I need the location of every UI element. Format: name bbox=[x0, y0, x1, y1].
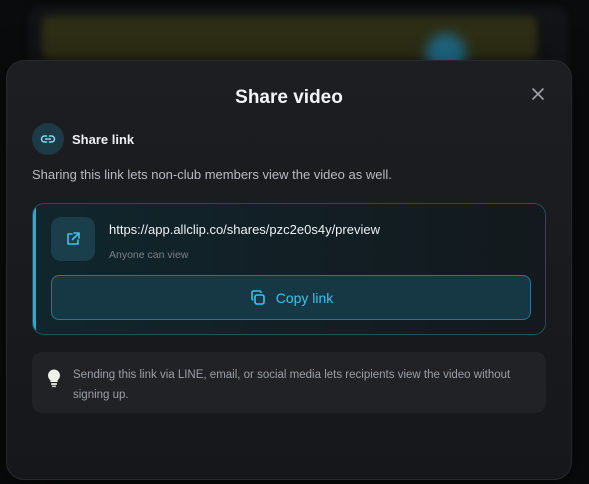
share-video-dialog: Share video Share link Sharing this link… bbox=[6, 60, 572, 480]
copy-link-button[interactable]: Copy link bbox=[51, 275, 531, 320]
close-icon bbox=[532, 88, 544, 100]
permission-note: Anyone can view bbox=[109, 249, 189, 261]
share-url: https://app.allclip.co/shares/pzc2e0s4y/… bbox=[109, 222, 380, 237]
tip-box: Sending this link via LINE, email, or so… bbox=[32, 352, 546, 413]
close-button[interactable] bbox=[529, 85, 547, 103]
copy-icon bbox=[250, 289, 265, 305]
share-description: Sharing this link lets non-club members … bbox=[32, 167, 392, 182]
copy-link-label: Copy link bbox=[275, 289, 334, 306]
link-icon-badge bbox=[32, 123, 64, 155]
section-label: Share link bbox=[72, 132, 135, 147]
lightbulb-icon bbox=[47, 369, 61, 388]
tip-text: Sending this link via LINE, email, or so… bbox=[73, 369, 511, 401]
external-link-icon bbox=[67, 232, 80, 245]
share-link-card: https://app.allclip.co/shares/pzc2e0s4y/… bbox=[32, 203, 546, 335]
dialog-title: Share video bbox=[235, 87, 343, 108]
accent-bar bbox=[33, 204, 36, 334]
open-link-button[interactable] bbox=[51, 217, 95, 261]
link-icon bbox=[40, 135, 56, 143]
